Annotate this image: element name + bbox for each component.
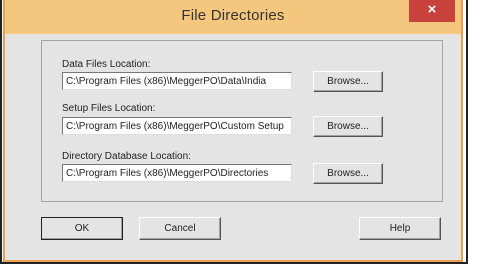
file-directories-dialog: File Directories × Data Files Location: … [3, 0, 463, 262]
data-files-input[interactable] [62, 72, 292, 90]
ok-button[interactable]: OK [41, 217, 123, 240]
frame-right-border [466, 0, 468, 264]
locations-panel: Data Files Location: Browse... Setup Fil… [41, 40, 443, 202]
title-bar[interactable]: File Directories × [5, 0, 461, 34]
close-button[interactable]: × [409, 0, 455, 22]
dialog-title: File Directories [181, 7, 285, 24]
data-files-browse-button[interactable]: Browse... [313, 71, 383, 92]
directory-database-input[interactable] [62, 164, 292, 182]
help-button[interactable]: Help [359, 217, 441, 240]
setup-files-browse-button[interactable]: Browse... [313, 116, 383, 137]
cancel-button[interactable]: Cancel [139, 217, 221, 240]
setup-files-label: Setup Files Location: [62, 103, 156, 114]
frame-left-border [0, 0, 2, 264]
directory-database-browse-button[interactable]: Browse... [313, 163, 383, 184]
directory-database-label: Directory Database Location: [62, 151, 191, 162]
data-files-label: Data Files Location: [62, 59, 151, 70]
setup-files-input[interactable] [62, 117, 292, 135]
